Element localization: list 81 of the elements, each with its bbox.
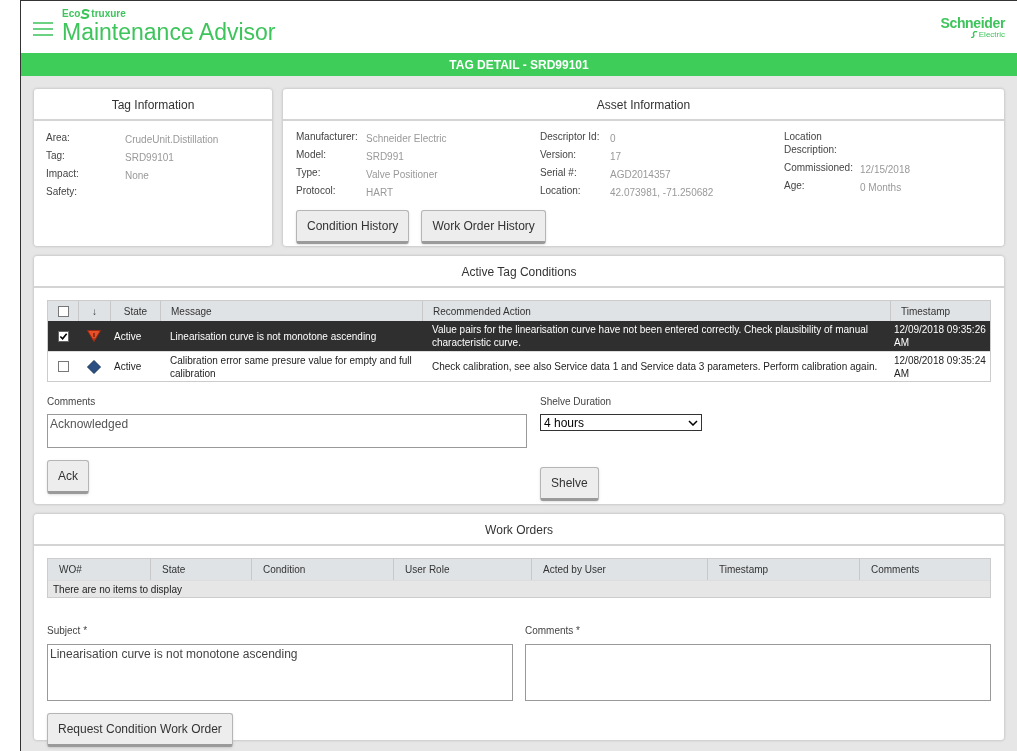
comments-field[interactable]: Acknowledged — [47, 414, 527, 448]
column-header[interactable]: State — [162, 562, 186, 577]
field-value: 17 — [610, 150, 622, 164]
checkbox[interactable] — [57, 305, 69, 317]
field-label: Protocol: — [296, 184, 337, 198]
chevron-down-icon — [688, 419, 698, 426]
field-label: Version: — [540, 148, 578, 162]
panel-title: Asset Information — [596, 98, 691, 112]
field-label: Manufacturer: — [296, 130, 359, 144]
brand-text: Eco — [62, 9, 81, 19]
message-cell: Calibration error same presure value for empty and full calibration — [170, 354, 412, 379]
column-header[interactable]: User Role — [405, 562, 450, 577]
column-header[interactable]: ↓ — [92, 303, 97, 319]
ack-button[interactable]: Ack — [47, 460, 89, 494]
field-label: Serial #: — [540, 166, 578, 180]
message-cell: Linearisation curve is not monotone ascending — [170, 330, 377, 342]
column-header[interactable]: Recommended Action — [433, 303, 531, 319]
page-banner: TAG DETAIL - SRD99101 — [21, 53, 1017, 76]
shelve-duration-dropdown[interactable]: 4 hours — [540, 414, 702, 431]
state-cell: Active — [114, 361, 142, 372]
field-label: Area: — [46, 131, 71, 145]
condition-row[interactable]: Active Linearisation curve is not monotone ascending Value pairs for the linearisation curve have not been entered correctly. Check plausibility of manual characteristic curve. 12/09/2018 09:35:26 AM — [48, 321, 990, 351]
panel-title: Tag Information — [111, 98, 195, 112]
field-value: AGD2014357 — [610, 168, 671, 182]
warning-triangle-icon — [87, 330, 101, 342]
field-label: Model: — [296, 148, 327, 162]
field-value: 42.073981, -71.250682 — [610, 186, 714, 200]
panel-title: Active Tag Conditions — [461, 265, 577, 279]
column-header[interactable]: Acted by User — [543, 562, 606, 577]
diamond-icon — [87, 359, 101, 374]
company-logo-text: Schneider — [940, 15, 1005, 30]
field-value: Valve Positioner — [366, 168, 438, 182]
field-label: Comments — [47, 395, 97, 409]
field-value: 0 Months — [860, 181, 902, 195]
field-label: Safety: — [46, 185, 79, 199]
logo-icon — [80, 9, 92, 19]
brand-text: truxure — [91, 9, 126, 19]
field-label: Type: — [296, 166, 322, 180]
column-header[interactable]: Condition — [263, 562, 306, 577]
request-work-order-button[interactable]: Request Condition Work Order — [47, 713, 233, 747]
column-header[interactable]: Timestamp — [719, 562, 769, 577]
panel-title: Work Orders — [485, 523, 553, 537]
action-cell: Value pairs for the linearisation curve have not been entered correctly. Check plausibility of manual characteristic curve. — [432, 324, 868, 348]
field-label: Commissioned: — [784, 161, 854, 175]
shelve-button[interactable]: Shelve — [540, 467, 599, 501]
history-button[interactable]: Condition History — [296, 210, 410, 244]
field-value: 12/15/2018 — [860, 163, 911, 177]
field-label: Descriptor Id: — [540, 130, 601, 144]
field-value: 0 — [610, 132, 616, 146]
logo-icon — [970, 30, 978, 38]
comments-field[interactable] — [525, 644, 991, 701]
field-value: None — [125, 169, 149, 183]
checkbox[interactable] — [57, 330, 69, 342]
column-header[interactable]: WO# — [59, 562, 82, 577]
history-button[interactable]: Work Order History — [421, 210, 546, 244]
field-value: CrudeUnit.Distillation — [125, 133, 219, 147]
field-value: SRD991 — [366, 150, 404, 164]
field-value: Schneider Electric — [366, 132, 447, 146]
field-label: Subject * — [47, 624, 89, 638]
empty-table-message: There are no items to display — [53, 582, 182, 597]
company-logo-text: Electric — [978, 29, 1005, 39]
column-header[interactable]: Message — [171, 303, 212, 319]
column-header[interactable]: Timestamp — [901, 303, 951, 319]
field-label: Location: — [540, 184, 582, 198]
field-label: Shelve Duration — [540, 395, 613, 409]
field-label: Age: — [784, 179, 806, 193]
column-header[interactable]: Comments — [871, 562, 920, 577]
subject-field[interactable]: Linearisation curve is not monotone ascending — [47, 644, 513, 701]
field-label: Tag: — [46, 149, 66, 163]
timestamp-cell: 12/08/2018 09:35:24 AM — [894, 354, 986, 379]
checkbox[interactable] — [57, 361, 69, 372]
field-label: Comments * — [525, 624, 581, 638]
app-title: Maintenance Advisor — [62, 19, 276, 45]
timestamp-cell: 12/09/2018 09:35:26 AM — [894, 324, 986, 348]
state-cell: Active — [114, 330, 142, 342]
field-label: Location Description: — [784, 130, 838, 157]
field-value: SRD99101 — [125, 151, 174, 165]
field-label: Impact: — [46, 167, 80, 181]
column-header[interactable]: State — [123, 303, 148, 319]
field-value: HART — [366, 186, 394, 200]
action-cell: Check calibration, see also Service data 1 and Service data 3 parameters. Perform calibration again. — [432, 361, 878, 372]
